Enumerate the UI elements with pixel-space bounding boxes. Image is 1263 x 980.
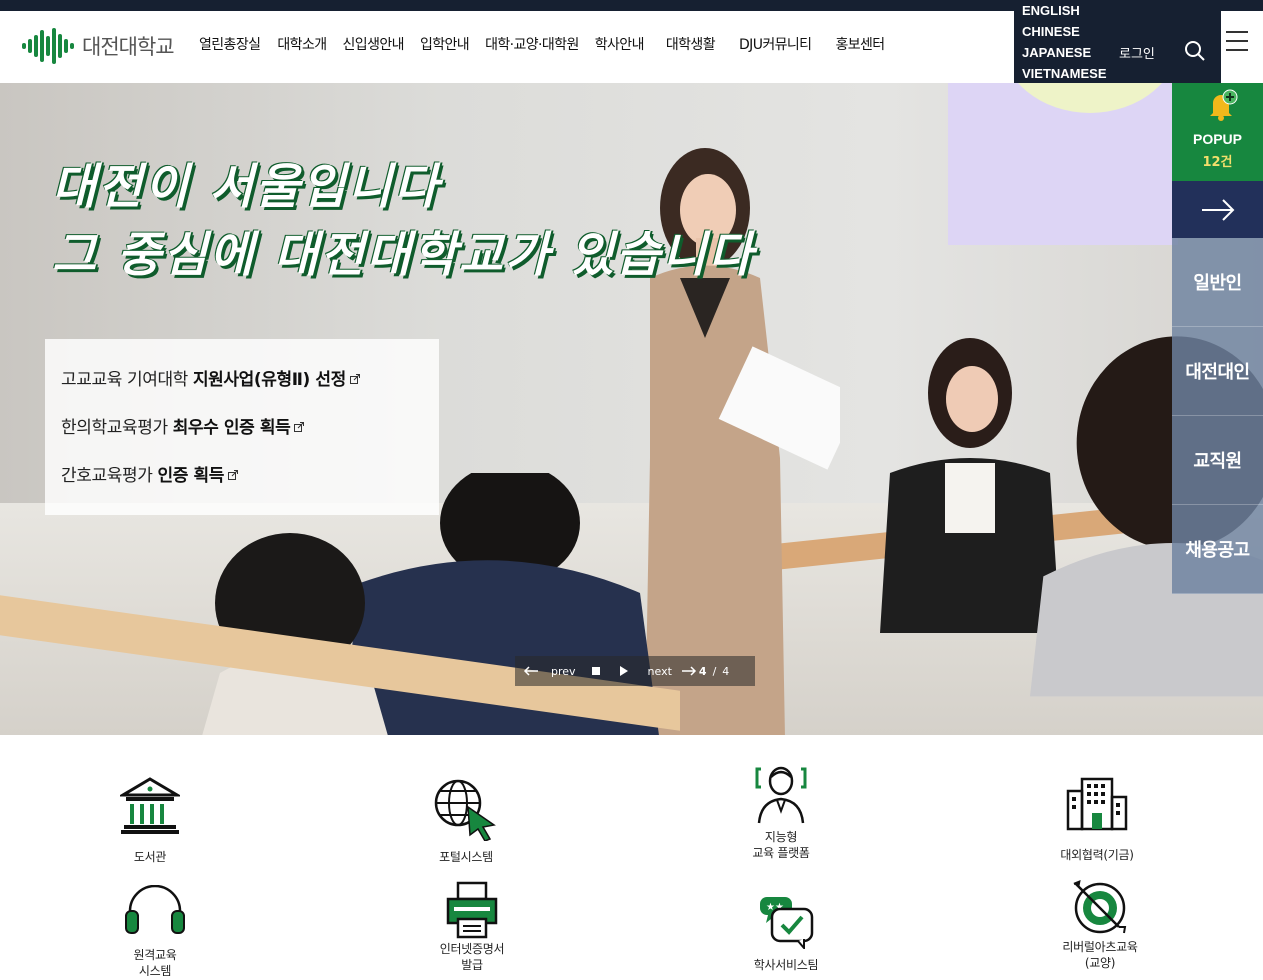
news-text-bold: 인증 획득 [157,466,224,486]
hero-headline-line2: 그 중심에 대전대학교가 있습니다 [52,227,755,283]
service-label: 도서관 [133,850,167,864]
menu-hamburger-icon[interactable] [1226,31,1248,51]
service-label: 리버럴아츠교육 (교양) [1062,940,1138,970]
library-icon [120,777,180,834]
service-label: 학사서비스팀 [753,958,819,972]
language-list: ENGLISH CHINESE JAPANESE VIETNAMESE [1022,0,1107,84]
service-portal[interactable]: 포털시스템 [366,777,566,865]
main-menu: 열린총장실 대학소개 신입생안내 입학안내 대학·교양·대학원 학사안내 대학생… [199,11,885,77]
target-icon [1073,879,1127,934]
menu-community[interactable]: DJU커뮤니티 [739,34,812,54]
chat-check-icon: ★★ [760,897,814,949]
slider-pager: prev next 4 / 4 [515,656,755,686]
prev-button[interactable]: prev [551,665,576,678]
menu-about[interactable]: 대학소개 [277,34,327,54]
service-external-cooperation[interactable]: 대외협력(기금) [997,777,1197,863]
search-icon[interactable] [1184,40,1206,62]
language-and-utility-box: ENGLISH CHINESE JAPANESE VIETNAMESE 로그인 [1014,0,1221,83]
arrow-right-icon [1201,198,1234,221]
news-text-bold: 지원사업(유형Ⅱ) 선정 [192,370,346,390]
service-label: 지능형 교육 플랫폼 [752,830,810,860]
printer-icon [446,881,498,939]
play-icon[interactable] [619,666,628,676]
smart-education-icon [755,766,807,824]
news-link[interactable]: 한의학교육평가 최우수 인증 획득 [61,413,439,461]
pager-total: 4 [722,664,730,678]
news-link[interactable]: 고교교육 기여대학 지원사업(유형Ⅱ) 선정 [61,365,439,413]
news-text-bold: 최우수 인증 획득 [172,418,291,438]
portal-icon [434,779,496,841]
service-liberal-arts[interactable]: 리버럴아츠교육 (교양) [1000,879,1200,971]
university-logo[interactable]: 대전대학교 [22,23,175,69]
menu-pr-center[interactable]: 홍보센터 [835,34,885,54]
lang-vietnamese[interactable]: VIETNAMESE [1022,63,1107,84]
next-arrow-icon[interactable] [681,666,697,676]
service-library[interactable]: 도서관 [50,777,250,865]
logo-text: 대전대학교 [82,35,175,59]
external-link-icon [227,470,238,480]
quick-go-button[interactable] [1172,181,1263,238]
quick-menu: POPUP 12건 일반인 대전대인 교직원 채용공고 [1172,83,1263,594]
news-text-plain: 한의학교육평가 [61,418,173,438]
service-label: 인터넷증명서 발급 [439,942,505,972]
news-text-plain: 간호교육평가 [61,466,158,486]
news-link[interactable]: 간호교육평가 인증 획득 [61,461,439,509]
service-label: 포털시스템 [439,850,493,864]
popup-button[interactable]: POPUP 12건 [1172,83,1263,181]
main-visual-slider: 대전이 서울입니다 그 중심에 대전대학교가 있습니다 고교교육 기여대학 지원… [0,83,1263,735]
logo-wave-icon [22,28,74,64]
audience-dju-members[interactable]: 대전대인 [1172,327,1263,416]
service-label: 대외협력(기금) [1060,848,1134,862]
popup-count: 12건 [1202,155,1233,170]
menu-freshmen[interactable]: 신입생안내 [343,34,405,54]
prev-arrow-icon[interactable] [523,666,539,676]
headphones-icon [125,885,185,934]
menu-admission[interactable]: 입학안내 [420,34,470,54]
pager-separator: / [712,664,717,678]
popup-label: POPUP [1192,131,1242,147]
service-certificate[interactable]: 인터넷증명서 발급 [372,881,572,973]
stop-icon[interactable] [591,667,600,675]
global-header: 대전대학교 열린총장실 대학소개 신입생안내 입학안내 대학·교양·대학원 학사… [0,0,1263,83]
hero-headline-line1: 대전이 서울입니다 [52,159,440,215]
building-icon [1066,777,1128,831]
news-highlight-box: 고교교육 기여대학 지원사업(유형Ⅱ) 선정 한의학교육평가 최우수 인증 획득… [45,339,439,515]
menu-campus-life[interactable]: 대학생활 [666,34,716,54]
audience-staff[interactable]: 교직원 [1172,416,1263,505]
pager-current: 4 [698,664,707,678]
service-shortcuts: 도서관 포털시스템 지능형 교육 플랫폼 대외협력(기금) 원격교육 시스템 인… [0,735,1263,980]
audience-general[interactable]: 일반인 [1172,238,1263,327]
hero-headline: 대전이 서울입니다 그 중심에 대전대학교가 있습니다 [52,153,754,289]
service-smart-edu[interactable]: 지능형 교육 플랫폼 [681,765,881,861]
audience-recruitment[interactable]: 채용공고 [1172,505,1263,594]
menu-colleges[interactable]: 대학·교양·대학원 [485,34,579,54]
login-link[interactable]: 로그인 [1119,43,1155,62]
lang-japanese[interactable]: JAPANESE [1022,42,1107,63]
lang-chinese[interactable]: CHINESE [1022,21,1107,42]
menu-academics[interactable]: 학사안내 [595,34,645,54]
service-academic-team[interactable]: ★★ 학사서비스팀 [686,895,886,973]
external-link-icon [349,374,360,384]
service-label: 원격교육 시스템 [133,948,177,978]
menu-president[interactable]: 열린총장실 [199,34,261,54]
news-text-plain: 고교교육 기여대학 [61,370,193,390]
lang-english[interactable]: ENGLISH [1022,0,1107,21]
next-button[interactable]: next [648,665,672,678]
bell-icon [1210,89,1238,121]
service-remote-education[interactable]: 원격교육 시스템 [55,885,255,979]
external-link-icon [294,422,305,432]
